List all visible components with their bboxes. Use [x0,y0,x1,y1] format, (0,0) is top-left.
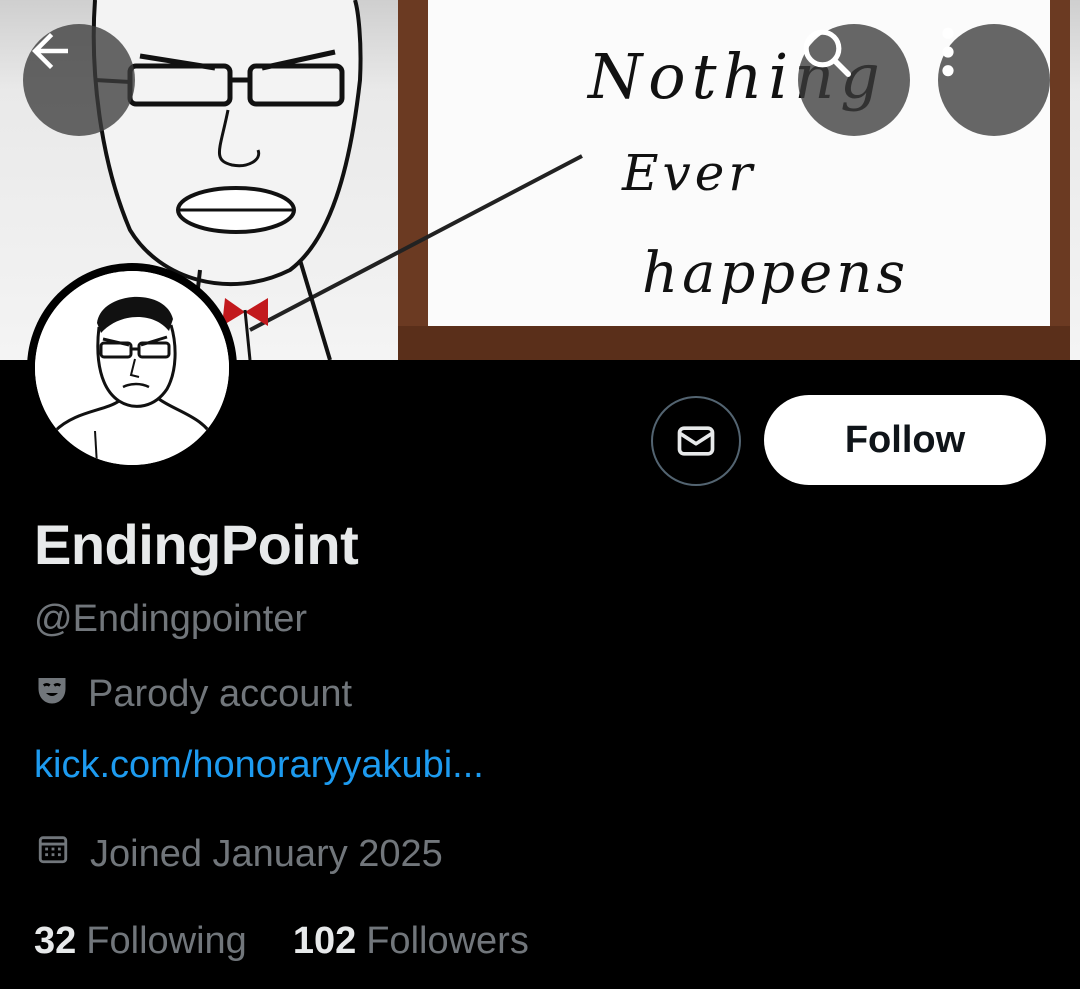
following-label: Following [86,920,247,962]
user-handle: @Endingpointer [34,598,308,640]
theater-mask-icon [34,672,70,718]
follow-button[interactable]: Follow [764,395,1046,485]
more-options-button[interactable] [938,24,1050,136]
mail-icon [677,426,715,456]
follow-stats: 32 Following 102 Followers [34,920,575,963]
joined-date-row: Joined January 2025 [34,832,443,876]
avatar-sketch [35,271,229,465]
search-button[interactable] [798,24,910,136]
following-stat[interactable]: 32 Following [34,920,247,963]
banner-text-line-2: Ever [621,144,756,202]
parody-label: Parody account [88,672,353,715]
search-icon [803,29,851,77]
more-vertical-icon [942,27,954,77]
avatar-image [35,271,229,465]
followers-label: Followers [366,920,529,962]
followers-count: 102 [292,920,357,962]
followers-stat[interactable]: 102 Followers [293,920,529,963]
joined-date-text: Joined January 2025 [90,832,443,875]
back-button[interactable] [23,24,135,136]
website-link[interactable]: kick.com/honoraryyakubi... [34,744,484,787]
banner-text-line-3: happens [642,241,909,306]
message-button[interactable] [651,396,741,486]
profile-avatar[interactable] [27,263,237,473]
display-name: EndingPoint [34,513,359,576]
calendar-icon [36,832,70,876]
following-count: 32 [34,920,77,962]
arrow-left-icon [32,33,68,69]
parody-label-row[interactable]: Parody account [34,670,352,718]
